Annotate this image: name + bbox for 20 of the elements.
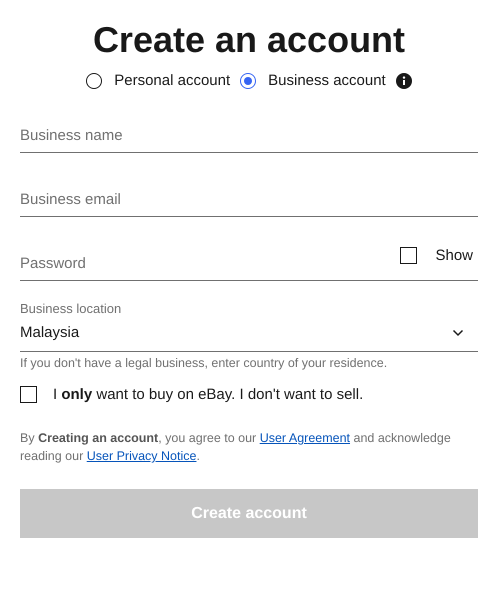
radio-button[interactable] [86, 72, 102, 88]
radio-label[interactable]: Business account [268, 72, 386, 89]
select-value: Malaysia [20, 324, 80, 341]
hint-text: If you don't have a legal business, enter country of your residence. [20, 356, 388, 370]
info-icon[interactable] [396, 72, 412, 88]
field-label: Business location [20, 301, 122, 316]
radio-button[interactable] [240, 72, 256, 88]
input-field[interactable]: Business email [20, 179, 478, 217]
checkbox-label[interactable]: I only want to buy on eBay. I don't want to sell. [53, 386, 364, 403]
checkbox[interactable] [400, 247, 418, 264]
location-select[interactable]: Business location Malaysia [20, 301, 478, 352]
input-field[interactable]: Business name [20, 115, 478, 153]
checkbox[interactable] [20, 386, 37, 403]
chevron-down-icon [452, 328, 464, 336]
page-title: Create an account [92, 18, 406, 62]
legal-text: By Creating an account, you agree to our User Agreement and acknowledge reading our User Privacy Notice. [20, 430, 452, 465]
text-link[interactable]: User Privacy Notice [86, 449, 196, 463]
radio-label[interactable]: Personal account [114, 72, 230, 89]
checkbox-label[interactable]: Show [435, 247, 473, 264]
text-link[interactable]: User Agreement [260, 431, 350, 445]
